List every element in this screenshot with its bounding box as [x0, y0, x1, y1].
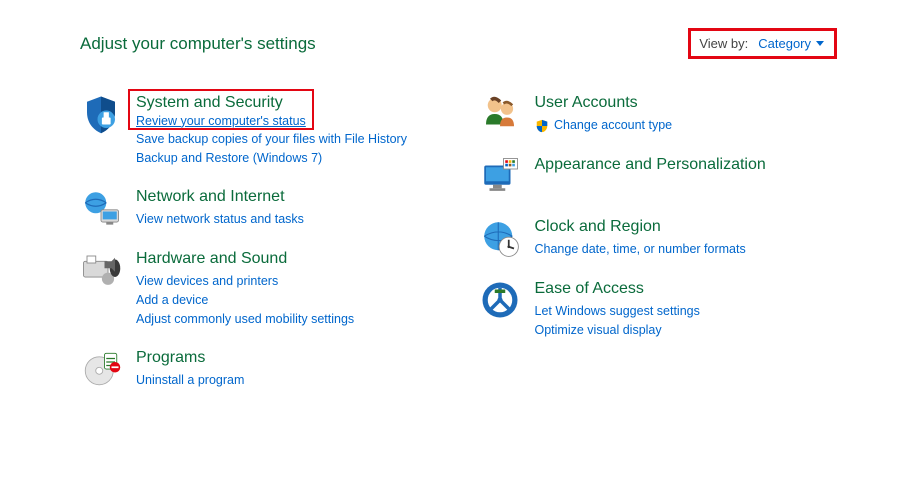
category-system-security: System and Security Review your computer… [80, 93, 439, 167]
link-devices-printers[interactable]: View devices and printers [136, 272, 354, 291]
link-change-account-type-text: Change account type [554, 118, 672, 132]
system-security-highlight: System and Security Review your computer… [128, 89, 314, 130]
ease-access-title[interactable]: Ease of Access [535, 279, 700, 300]
category-ease-access: Ease of Access Let Windows suggest setti… [479, 279, 838, 339]
category-appearance: Appearance and Personalization [479, 155, 838, 197]
system-security-title[interactable]: System and Security [136, 93, 306, 114]
link-optimize-display[interactable]: Optimize visual display [535, 321, 700, 340]
clock-title[interactable]: Clock and Region [535, 217, 746, 238]
uac-shield-icon [535, 119, 549, 133]
appearance-title[interactable]: Appearance and Personalization [535, 155, 766, 176]
clock-icon [479, 217, 521, 259]
ease-access-icon [479, 279, 521, 321]
link-review-status[interactable]: Review your computer's status [136, 114, 306, 128]
user-accounts-title[interactable]: User Accounts [535, 93, 673, 114]
category-network: Network and Internet View network status… [80, 187, 439, 229]
link-add-device[interactable]: Add a device [136, 291, 354, 310]
link-uninstall[interactable]: Uninstall a program [136, 371, 244, 390]
category-programs: Programs Uninstall a program [80, 348, 439, 390]
shield-icon [80, 93, 122, 135]
appearance-icon [479, 155, 521, 197]
users-icon [479, 93, 521, 135]
hardware-icon [80, 249, 122, 291]
category-user-accounts: User Accounts Change account type [479, 93, 838, 135]
link-windows-suggest[interactable]: Let Windows suggest settings [535, 302, 700, 321]
programs-icon [80, 348, 122, 390]
view-by-highlight: View by: Category [688, 28, 837, 59]
network-icon [80, 187, 122, 229]
link-network-status[interactable]: View network status and tasks [136, 210, 304, 229]
view-by-label: View by: [699, 36, 748, 51]
link-mobility-settings[interactable]: Adjust commonly used mobility settings [136, 310, 354, 329]
link-file-history[interactable]: Save backup copies of your files with Fi… [136, 130, 407, 149]
view-by-value: Category [758, 36, 811, 51]
page-title: Adjust your computer's settings [80, 34, 316, 54]
category-hardware: Hardware and Sound View devices and prin… [80, 249, 439, 328]
link-backup-restore[interactable]: Backup and Restore (Windows 7) [136, 149, 407, 168]
chevron-down-icon [816, 41, 824, 46]
hardware-title[interactable]: Hardware and Sound [136, 249, 354, 270]
link-date-time-formats[interactable]: Change date, time, or number formats [535, 240, 746, 259]
programs-title[interactable]: Programs [136, 348, 244, 369]
view-by-dropdown[interactable]: Category [758, 36, 824, 51]
network-title[interactable]: Network and Internet [136, 187, 304, 208]
category-clock: Clock and Region Change date, time, or n… [479, 217, 838, 259]
link-change-account-type[interactable]: Change account type [535, 116, 673, 135]
